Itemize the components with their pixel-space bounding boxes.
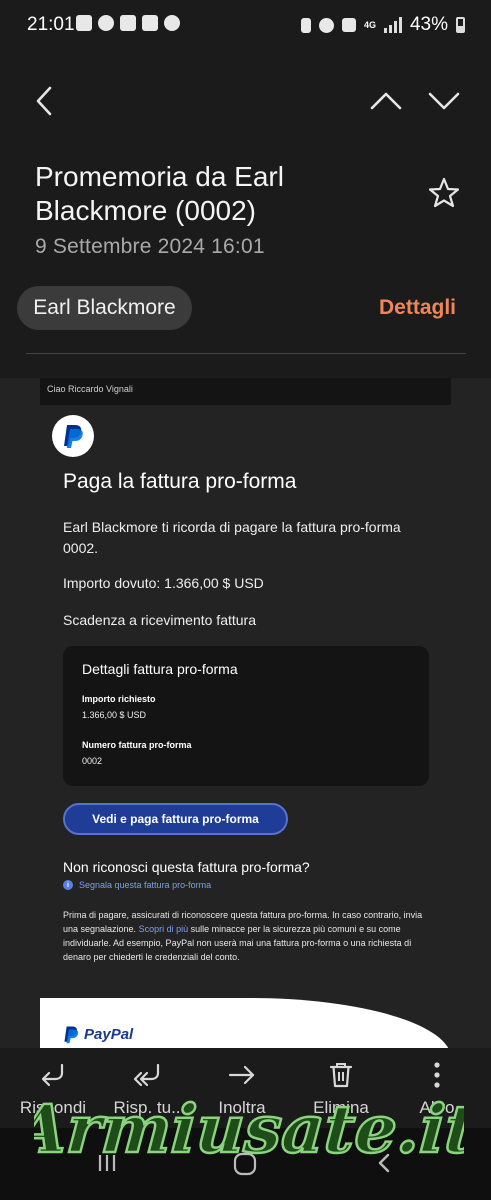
paypal-mark-icon — [64, 1026, 79, 1044]
forward-button[interactable]: Inoltra — [197, 1060, 287, 1118]
security-warning: Prima di pagare, assicurati di riconosce… — [63, 908, 433, 964]
delete-label: Elimina — [313, 1098, 369, 1117]
greeting: Ciao Riccardo Vignali — [40, 378, 451, 405]
unrecognized-question: Non riconosci questa fattura pro-forma? — [63, 859, 310, 875]
action-bar: Rispondi Risp. tu.. Inoltra Elimina Altr… — [0, 1048, 491, 1128]
due-date-text: Scadenza a ricevimento fattura — [63, 612, 256, 628]
details-link[interactable]: Dettagli — [379, 296, 456, 320]
more-button[interactable]: Altro — [392, 1060, 482, 1118]
notification-icons — [76, 15, 180, 31]
reminder-text: Earl Blackmore ti ricorda di pagare la f… — [63, 519, 401, 556]
more-vertical-icon — [434, 1062, 440, 1088]
info-icon: i — [63, 880, 73, 890]
youtube-icon — [76, 15, 92, 31]
paypal-logo-icon — [52, 415, 94, 457]
paypal-footer: PayPal — [40, 998, 451, 1048]
nfc-icon — [300, 17, 311, 33]
status-time: 21:01 — [27, 14, 75, 35]
home-icon[interactable] — [233, 1152, 257, 1176]
learn-more-link[interactable]: Scopri di più — [139, 924, 189, 934]
invoice-number-value: 0002 — [82, 756, 103, 766]
reply-all-icon — [133, 1063, 160, 1087]
instagram-icon — [120, 15, 136, 31]
amount-due-text: Importo dovuto: 1.366,00 $ USD — [63, 575, 264, 591]
cloud-sync-icon — [98, 15, 114, 31]
email-content: Ciao Riccardo Vignali Paga la fattura pr… — [0, 378, 491, 1048]
network-type: 4G — [363, 19, 376, 30]
next-email-button[interactable] — [426, 86, 462, 116]
recent-apps-icon[interactable] — [96, 1152, 118, 1174]
reply-button[interactable]: Rispondi — [8, 1060, 98, 1118]
paypal-footer-text: PayPal — [84, 1026, 134, 1043]
amount-value: 1.366,00 $ USD — [82, 710, 147, 720]
delete-button[interactable]: Elimina — [296, 1060, 386, 1118]
header-divider — [26, 353, 466, 354]
status-bar: 21:01 4G 43% — [0, 0, 491, 52]
battery-icon — [456, 17, 465, 33]
sender-chip[interactable]: Earl Blackmore — [17, 286, 192, 330]
star-icon[interactable] — [427, 176, 461, 210]
email-header: Promemoria da Earl Blackmore (0002) 9 Se… — [0, 52, 491, 378]
system-status: 4G 43% — [300, 14, 465, 36]
gallery-icon — [142, 15, 158, 31]
mute-icon — [341, 18, 356, 32]
battery-percent: 43% — [409, 14, 448, 35]
email-subject: Promemoria da Earl Blackmore (0002) — [35, 161, 284, 226]
view-pay-button[interactable]: Vedi e paga fattura pro-forma — [63, 803, 288, 835]
email-date: 9 Settembre 2024 16:01 — [35, 235, 265, 258]
paypal-footer-logo: PayPal — [63, 1025, 133, 1044]
reply-label: Rispondi — [19, 1098, 87, 1117]
reply-all-label: Risp. tu.. — [113, 1098, 181, 1117]
signal-icon — [383, 17, 402, 33]
alarm-icon — [318, 17, 334, 33]
amount-label: Importo richiesto — [82, 694, 156, 704]
cloud-icon — [164, 15, 180, 31]
reply-all-button[interactable]: Risp. tu.. — [102, 1060, 192, 1118]
system-back-icon[interactable] — [374, 1152, 394, 1174]
reply-icon — [41, 1063, 64, 1087]
previous-email-button[interactable] — [368, 86, 404, 116]
invoice-details-card: Dettagli fattura pro-forma Importo richi… — [63, 646, 429, 786]
back-button[interactable] — [30, 84, 60, 118]
invoice-number-label: Numero fattura pro-forma — [82, 740, 192, 750]
system-navigation-bar — [0, 1128, 491, 1200]
forward-label: Inoltra — [218, 1098, 266, 1117]
card-title: Dettagli fattura pro-forma — [82, 661, 238, 677]
email-heading: Paga la fattura pro-forma — [63, 470, 297, 493]
report-row[interactable]: i Segnala questa fattura pro-forma — [63, 880, 211, 890]
report-link[interactable]: Segnala questa fattura pro-forma — [79, 880, 211, 890]
trash-icon — [329, 1063, 353, 1088]
forward-icon — [228, 1065, 255, 1085]
more-label: Altro — [419, 1098, 455, 1117]
